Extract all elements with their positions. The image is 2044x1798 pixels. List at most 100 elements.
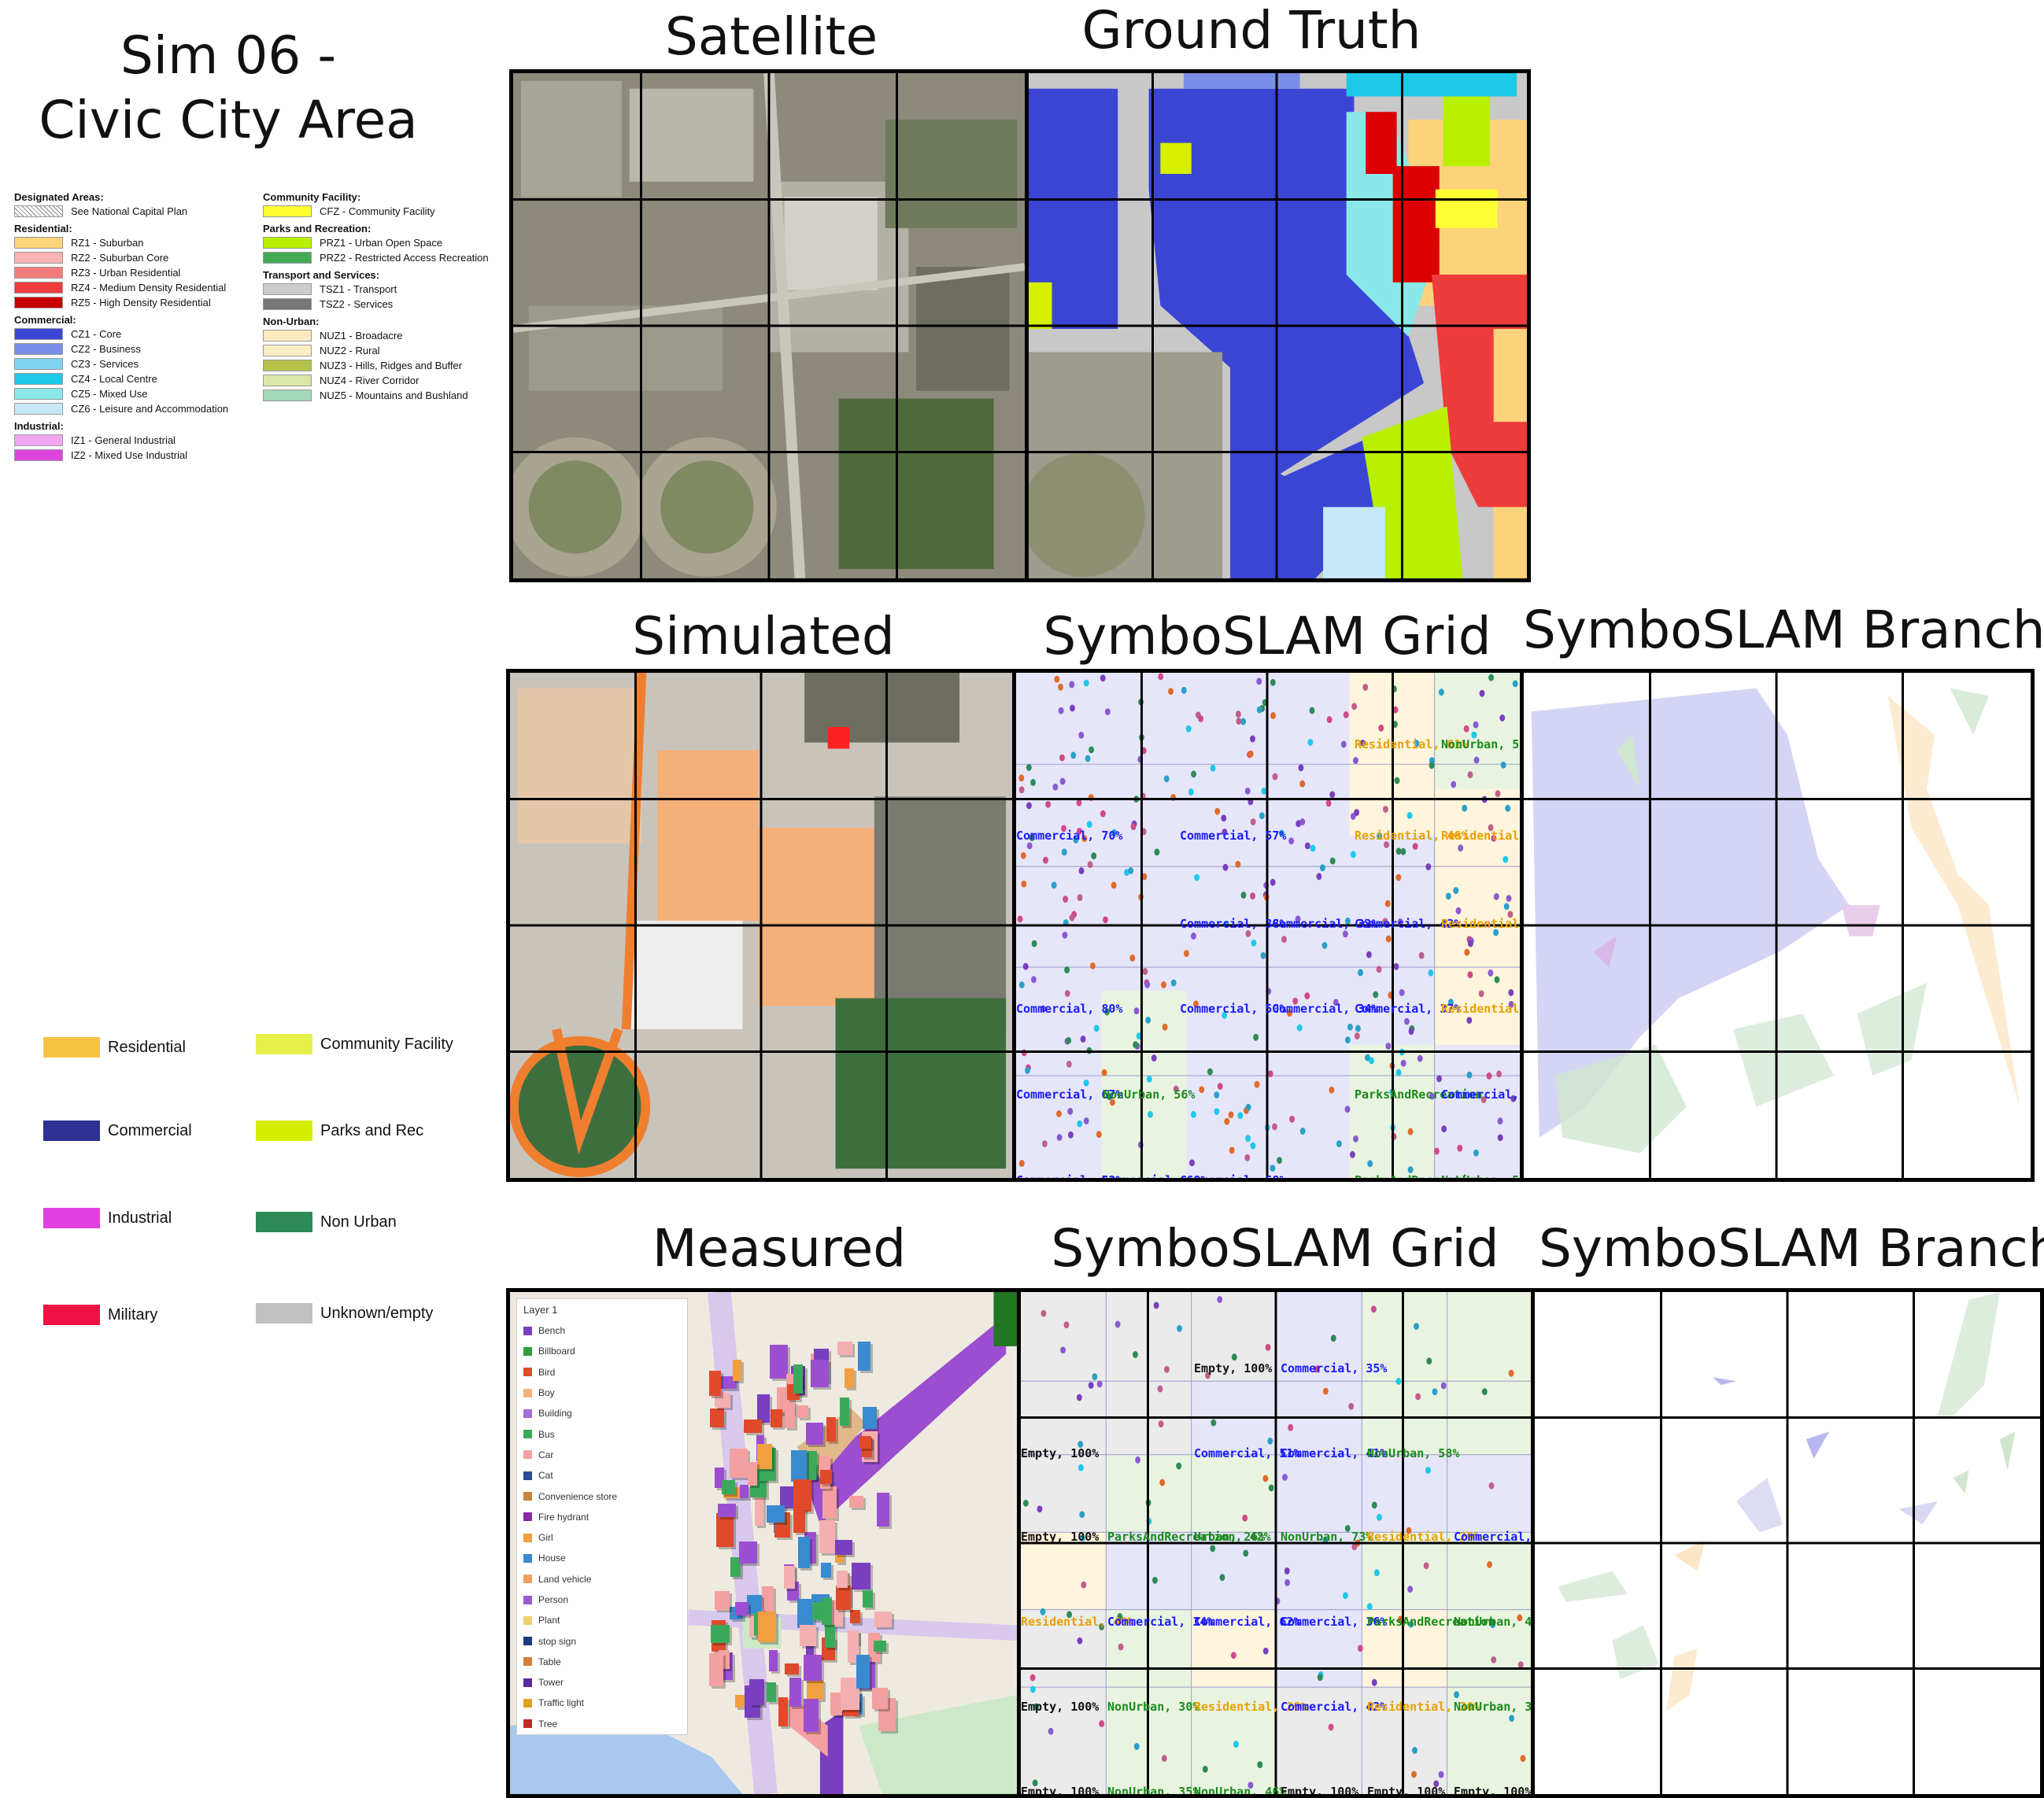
observation-dot bbox=[1256, 677, 1262, 685]
layer-swatch bbox=[523, 1326, 532, 1335]
class-label: Parks and Rec bbox=[320, 1121, 424, 1139]
observation-dot bbox=[1144, 981, 1151, 988]
observation-dot bbox=[1133, 1007, 1140, 1015]
observation-dot bbox=[1114, 1320, 1121, 1328]
title-grid-meas: SymboSLAM Grid bbox=[1051, 1218, 1499, 1279]
observation-dot bbox=[1142, 968, 1148, 976]
observation-dot bbox=[1229, 1146, 1235, 1154]
observation-dot bbox=[1296, 1024, 1303, 1032]
observation-dot bbox=[1272, 1123, 1277, 1131]
observation-dot bbox=[1457, 1144, 1463, 1152]
zoning-legend-item: RZ5 - High Density Residential bbox=[14, 295, 258, 310]
observation-dot bbox=[1092, 1373, 1098, 1381]
observation-dot bbox=[1259, 704, 1266, 712]
layer-legend-item: Cat bbox=[517, 1465, 687, 1486]
zoning-swatch bbox=[14, 343, 63, 355]
observation-dot bbox=[1257, 1761, 1263, 1769]
layer-legend-item: Traffic light bbox=[517, 1693, 687, 1713]
layer-swatch bbox=[523, 1637, 532, 1646]
detected-object-block bbox=[716, 1513, 734, 1547]
class-swatch bbox=[43, 1121, 100, 1141]
observation-dot bbox=[1491, 1656, 1497, 1663]
zoning-label: CZ6 - Leisure and Accommodation bbox=[71, 403, 229, 415]
layer-swatch bbox=[523, 1430, 532, 1439]
observation-dot bbox=[1508, 989, 1514, 996]
layer-swatch bbox=[523, 1719, 532, 1729]
observation-dot bbox=[1391, 685, 1397, 693]
observation-dot bbox=[1091, 852, 1097, 860]
detected-object-block bbox=[749, 1679, 764, 1705]
layer-swatch bbox=[523, 1657, 532, 1667]
observation-dot bbox=[1378, 724, 1384, 732]
zoning-legend-right: Community Facility: CFZ - Community Facil… bbox=[263, 187, 515, 403]
observation-dot bbox=[1388, 991, 1394, 999]
detected-object-block bbox=[722, 1480, 735, 1494]
grid-cell-label: Empty, 100% bbox=[1021, 1530, 1100, 1544]
observation-dot bbox=[1177, 1324, 1183, 1332]
zoning-group-header: Commercial: bbox=[14, 314, 76, 326]
observation-dot bbox=[1266, 988, 1272, 995]
observation-dot bbox=[1247, 798, 1254, 806]
observation-dot bbox=[1263, 893, 1270, 901]
observation-dot bbox=[1467, 940, 1473, 947]
observation-dot bbox=[1432, 1388, 1438, 1396]
detected-object-block bbox=[863, 1590, 873, 1608]
observation-dot bbox=[1329, 791, 1336, 799]
observation-dot bbox=[1058, 707, 1064, 714]
layer-label: Bench bbox=[538, 1325, 566, 1337]
observation-dot bbox=[1288, 837, 1295, 845]
observation-dot bbox=[1040, 1309, 1047, 1317]
detected-object-block bbox=[767, 1505, 785, 1523]
detected-object-block bbox=[793, 1479, 811, 1512]
observation-dot bbox=[1454, 1691, 1460, 1699]
ground-truth-map bbox=[1029, 73, 1527, 578]
observation-dot bbox=[1429, 762, 1435, 770]
observation-dot bbox=[1243, 1549, 1249, 1557]
zoning-swatch bbox=[14, 267, 63, 279]
observation-dot bbox=[1351, 703, 1358, 711]
observation-dot bbox=[1058, 683, 1063, 691]
observation-dot bbox=[1135, 1456, 1141, 1464]
observation-dot bbox=[1517, 1661, 1524, 1669]
observation-dot bbox=[1021, 880, 1027, 888]
zoning-legend-item: CZ2 - Business bbox=[14, 342, 258, 356]
detected-object-block bbox=[735, 1602, 748, 1615]
observation-dot bbox=[1067, 1131, 1074, 1139]
observation-dot bbox=[1351, 1543, 1358, 1551]
class-label: Community Facility bbox=[320, 1035, 453, 1053]
observation-dot bbox=[1153, 1301, 1159, 1309]
grid-cell-label: NonUrban, 58% bbox=[1367, 1446, 1460, 1460]
observation-dot bbox=[1317, 1674, 1323, 1682]
observation-dot bbox=[1052, 783, 1059, 791]
observation-dot bbox=[1253, 1033, 1259, 1041]
observation-dot bbox=[1340, 740, 1347, 748]
observation-dot bbox=[1245, 1135, 1251, 1143]
zoning-group-header: Industrial: bbox=[14, 420, 64, 432]
observation-dot bbox=[1231, 1353, 1237, 1361]
observation-dot bbox=[1030, 778, 1037, 786]
layer-swatch bbox=[523, 1471, 532, 1480]
zoning-label: PRZ1 - Urban Open Space bbox=[320, 237, 443, 249]
layer-label: Fire hydrant bbox=[538, 1511, 590, 1523]
zoning-label: CZ4 - Local Centre bbox=[71, 373, 157, 385]
layer-swatch bbox=[523, 1678, 532, 1687]
layer-legend-title: Layer 1 bbox=[523, 1304, 558, 1316]
detected-object-block bbox=[856, 1655, 870, 1689]
observation-dot bbox=[1037, 1505, 1043, 1513]
observation-dot bbox=[1018, 786, 1025, 794]
observation-dot bbox=[1318, 1671, 1324, 1678]
zoning-label: NUZ4 - River Corridor bbox=[320, 375, 420, 386]
layer-legend-item: Person bbox=[517, 1589, 687, 1610]
observation-dot bbox=[1214, 807, 1221, 815]
layer-label: Tower bbox=[538, 1677, 564, 1689]
class-swatch bbox=[256, 1212, 312, 1232]
detected-object-block bbox=[849, 1496, 863, 1508]
zoning-label: See National Capital Plan bbox=[71, 205, 188, 217]
observation-dot bbox=[1408, 1028, 1414, 1036]
observation-dot bbox=[1059, 777, 1066, 785]
observation-dot bbox=[1061, 848, 1067, 856]
observation-dot bbox=[1326, 716, 1332, 723]
observation-dot bbox=[1296, 820, 1302, 828]
observation-dot bbox=[1181, 686, 1187, 694]
zoning-label: RZ3 - Urban Residential bbox=[71, 267, 181, 279]
